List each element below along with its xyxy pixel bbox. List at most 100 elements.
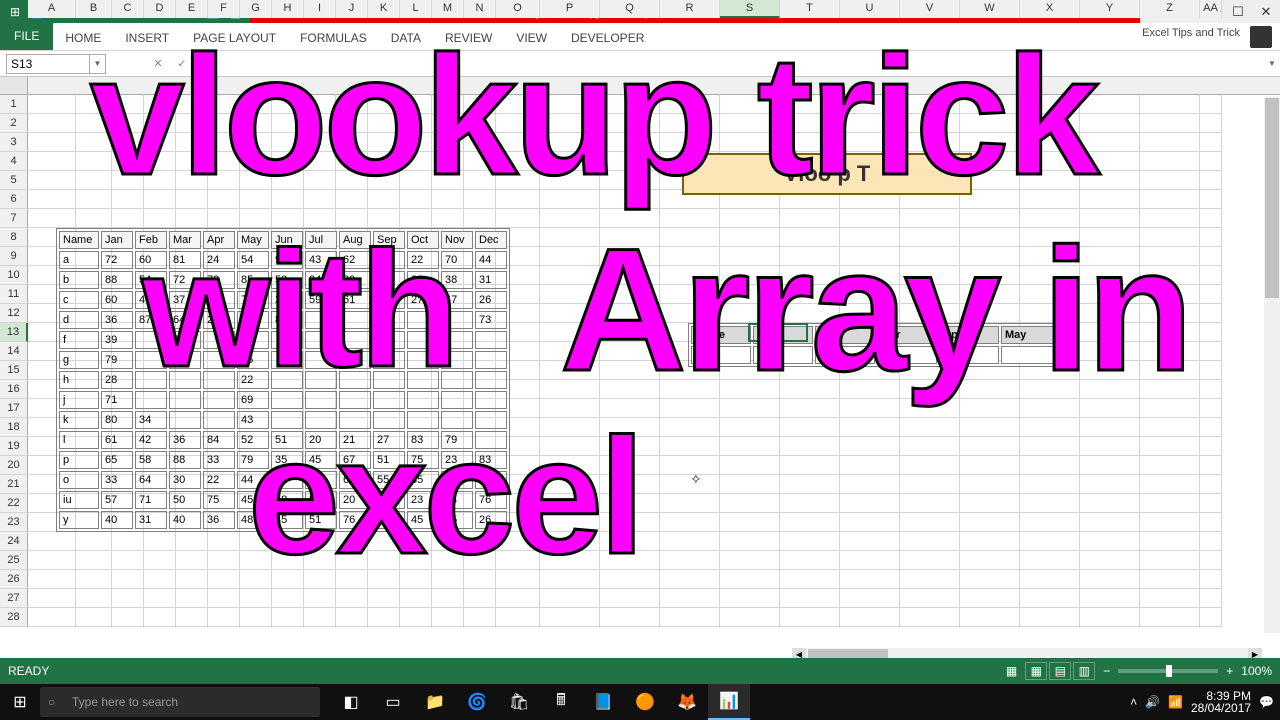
- table-cell[interactable]: [407, 331, 439, 349]
- col-header[interactable]: Q: [600, 0, 660, 18]
- table-cell[interactable]: y: [59, 511, 99, 529]
- lookup-cell[interactable]: [691, 346, 751, 364]
- table-cell[interactable]: 20: [339, 491, 371, 509]
- lookup-cell[interactable]: [939, 346, 999, 364]
- table-cell[interactable]: [475, 391, 507, 409]
- table-cell[interactable]: 49: [135, 291, 167, 309]
- table-cell[interactable]: 39: [101, 331, 133, 349]
- tab-review[interactable]: REVIEW: [433, 26, 504, 50]
- lookup-header[interactable]: Jan: [753, 326, 813, 344]
- table-cell[interactable]: [407, 311, 439, 329]
- table-cell[interactable]: [475, 331, 507, 349]
- page-layout-icon[interactable]: ▤: [1049, 662, 1071, 680]
- start-button[interactable]: ⊞: [0, 684, 40, 720]
- close-button[interactable]: ✕: [1252, 0, 1280, 23]
- table-cell[interactable]: 29: [271, 291, 303, 309]
- table-cell[interactable]: 64: [135, 471, 167, 489]
- row-header[interactable]: 1: [0, 95, 28, 114]
- tb-excel-icon[interactable]: 📊: [708, 684, 750, 720]
- lookup-header[interactable]: Name: [691, 326, 751, 344]
- row-header[interactable]: 2: [0, 114, 28, 133]
- table-cell[interactable]: 45: [441, 511, 473, 529]
- table-cell[interactable]: 54: [135, 271, 167, 289]
- table-cell[interactable]: 72: [101, 251, 133, 269]
- table-cell[interactable]: [441, 331, 473, 349]
- formula-expand-icon[interactable]: ▼: [1264, 59, 1280, 68]
- row-header[interactable]: 11: [0, 285, 28, 304]
- table-cell[interactable]: [305, 391, 337, 409]
- table-cell[interactable]: 75: [203, 491, 235, 509]
- table-cell[interactable]: [237, 331, 269, 349]
- table-cell[interactable]: p: [59, 451, 99, 469]
- row-header[interactable]: 9: [0, 247, 28, 266]
- row-header[interactable]: 8: [0, 228, 28, 247]
- lookup-header[interactable]: Feb: [815, 326, 875, 344]
- col-header[interactable]: P: [540, 0, 600, 18]
- table-cell[interactable]: [441, 351, 473, 369]
- zoom-value[interactable]: 100%: [1241, 664, 1272, 678]
- table-cell[interactable]: [475, 351, 507, 369]
- table-cell[interactable]: 59: [305, 291, 337, 309]
- tb-notes-icon[interactable]: 📘: [582, 684, 624, 720]
- table-cell[interactable]: 76: [475, 491, 507, 509]
- table-cell[interactable]: d: [59, 311, 99, 329]
- row-header[interactable]: 6: [0, 190, 28, 209]
- table-cell[interactable]: 71: [271, 471, 303, 489]
- table-cell[interactable]: o: [59, 471, 99, 489]
- col-header[interactable]: N: [464, 0, 496, 18]
- table-cell[interactable]: 88: [169, 451, 201, 469]
- table-cell[interactable]: 83: [475, 451, 507, 469]
- table-cell[interactable]: 60: [135, 251, 167, 269]
- file-tab[interactable]: FILE: [0, 22, 53, 50]
- row-header[interactable]: 3: [0, 133, 28, 152]
- table-cell[interactable]: 21: [339, 431, 371, 449]
- col-header[interactable]: J: [336, 0, 368, 18]
- table-cell[interactable]: 58: [135, 451, 167, 469]
- tray-volume-icon[interactable]: 🔊: [1145, 695, 1160, 709]
- row-header[interactable]: 26: [0, 570, 28, 589]
- table-cell[interactable]: c: [59, 291, 99, 309]
- table-cell[interactable]: [373, 311, 405, 329]
- tray-network-icon[interactable]: 📶: [1168, 695, 1183, 709]
- table-cell[interactable]: 55: [373, 471, 405, 489]
- lookup-cell[interactable]: [753, 346, 813, 364]
- table-cell[interactable]: 39: [339, 271, 371, 289]
- tab-data[interactable]: DATA: [379, 26, 433, 50]
- col-header[interactable]: I: [304, 0, 336, 18]
- table-cell[interactable]: 31: [475, 271, 507, 289]
- table-cell[interactable]: [373, 391, 405, 409]
- lookup-header[interactable]: May: [1001, 326, 1061, 344]
- table-cell[interactable]: 38: [441, 271, 473, 289]
- row-header[interactable]: 28: [0, 608, 28, 627]
- table-cell[interactable]: [169, 391, 201, 409]
- table-cell[interactable]: k: [59, 411, 99, 429]
- col-header[interactable]: R: [660, 0, 720, 18]
- table-cell[interactable]: [203, 351, 235, 369]
- col-header[interactable]: V: [900, 0, 960, 18]
- table-cell[interactable]: 80: [101, 411, 133, 429]
- table-cell[interactable]: 65: [101, 451, 133, 469]
- table-cell[interactable]: [373, 351, 405, 369]
- lookup-cell[interactable]: [1001, 346, 1061, 364]
- table-cell[interactable]: 33: [203, 451, 235, 469]
- table-cell[interactable]: 55: [407, 471, 439, 489]
- table-cell[interactable]: 85: [237, 271, 269, 289]
- row-header[interactable]: 20: [0, 456, 28, 475]
- accept-formula-icon[interactable]: ✓: [170, 57, 194, 70]
- row-header[interactable]: 12: [0, 304, 28, 323]
- col-header[interactable]: F: [208, 0, 240, 18]
- fx-icon[interactable]: fx: [194, 56, 218, 71]
- table-cell[interactable]: 34: [305, 271, 337, 289]
- table-cell[interactable]: 23: [441, 451, 473, 469]
- cancel-formula-icon[interactable]: ✕: [146, 57, 170, 70]
- table-cell[interactable]: 43: [305, 251, 337, 269]
- table-cell[interactable]: 36: [203, 511, 235, 529]
- table-cell[interactable]: 27: [407, 291, 439, 309]
- table-cell[interactable]: 65: [339, 471, 371, 489]
- col-header[interactable]: W: [960, 0, 1020, 18]
- table-cell[interactable]: 45: [237, 491, 269, 509]
- table-cell[interactable]: 69: [237, 391, 269, 409]
- table-cell[interactable]: 53: [271, 271, 303, 289]
- table-cell[interactable]: 79: [101, 351, 133, 369]
- table-cell[interactable]: [475, 411, 507, 429]
